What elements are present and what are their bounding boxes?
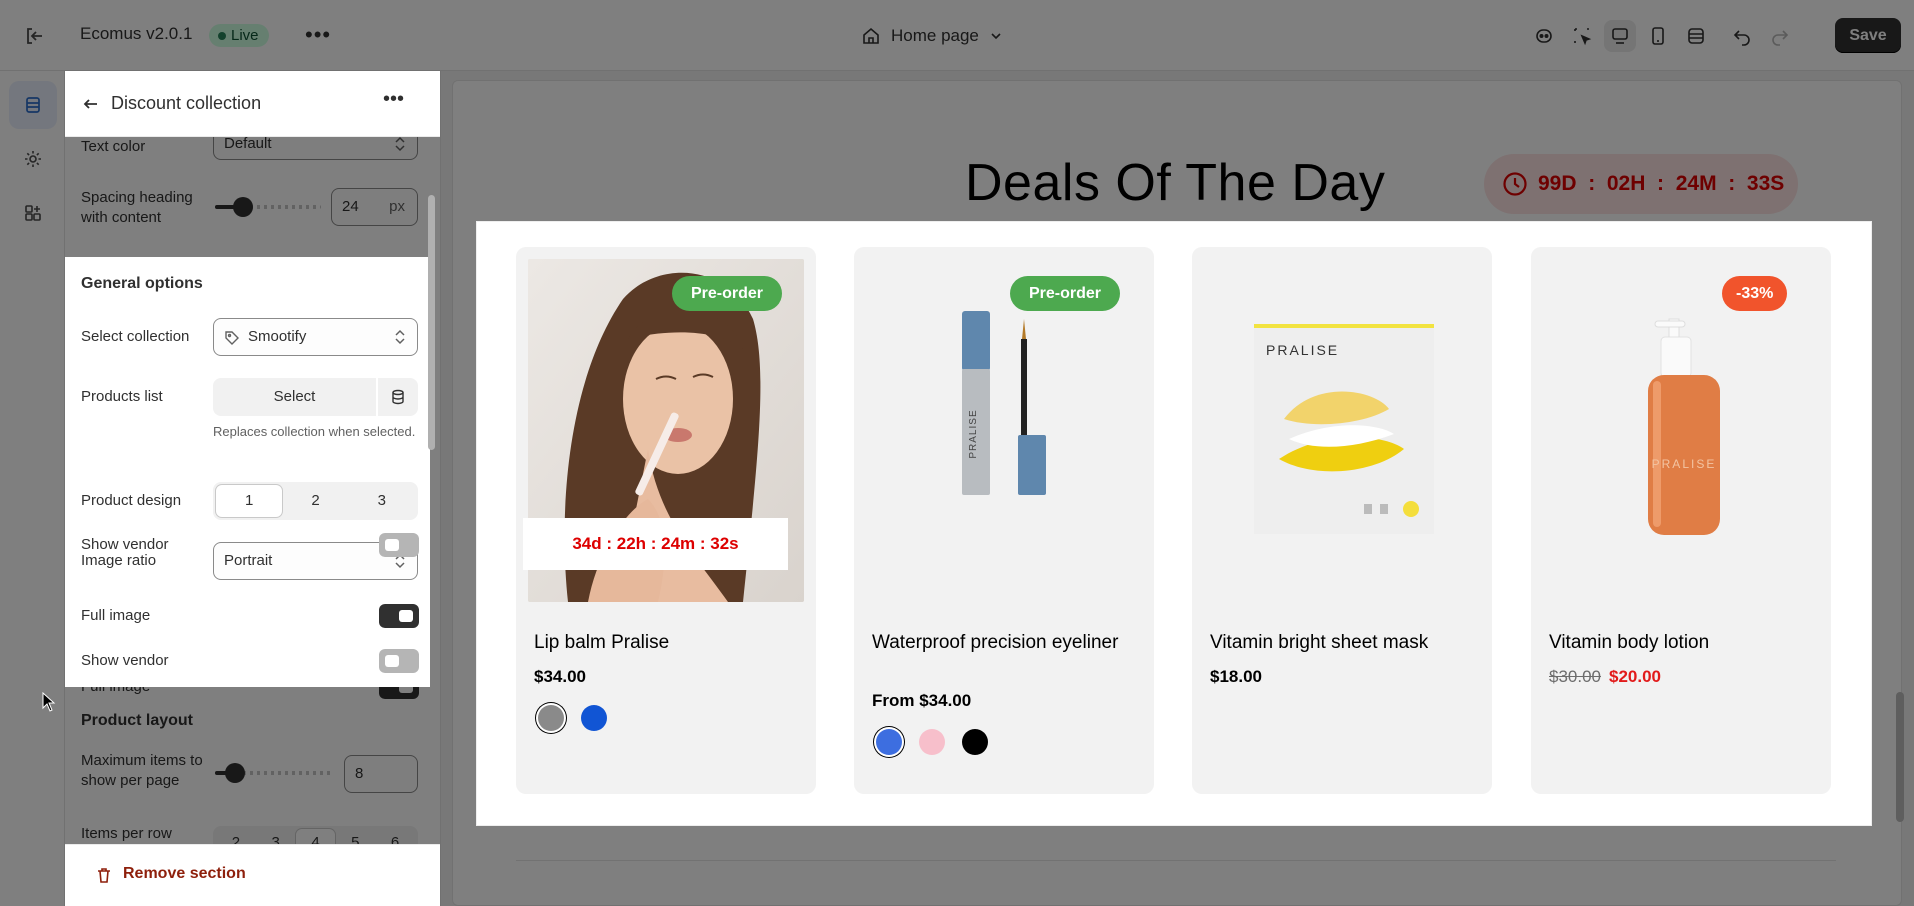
remove-section-button[interactable]: Remove section: [123, 865, 246, 883]
trash-icon: [98, 868, 110, 883]
product-price: $30.00 $20.00: [1549, 667, 1661, 687]
spacing-input[interactable]: 24 px: [331, 188, 418, 226]
products-list-label: Products list: [81, 388, 163, 405]
product-design-option[interactable]: 1: [216, 485, 283, 517]
sale-price: $20.00: [1609, 667, 1661, 686]
general-options-title: General options: [81, 275, 203, 292]
product-design-label: Product design: [81, 492, 182, 509]
product-card[interactable]: 34d : 22h : 24m : 32s Lip balm Pralise $…: [516, 247, 816, 794]
color-swatch-gray[interactable]: [538, 705, 564, 731]
discount-badge: -33%: [1722, 276, 1788, 311]
products-select-button[interactable]: Select: [213, 378, 376, 416]
product-name[interactable]: Waterproof precision eyeliner: [872, 631, 1132, 655]
save-button[interactable]: Save: [1835, 18, 1901, 53]
page-selector-label: Home page: [891, 26, 979, 45]
more-menu-button[interactable]: •••: [305, 22, 331, 48]
product-name[interactable]: Vitamin body lotion: [1549, 631, 1809, 655]
chevron-down-icon: [991, 33, 1001, 40]
product-design-option[interactable]: 3: [349, 485, 415, 517]
apps-icon[interactable]: [9, 189, 57, 237]
redo-icon[interactable]: [1764, 20, 1796, 52]
home-icon: [863, 27, 879, 44]
ai-assistant-icon[interactable]: [1528, 20, 1560, 52]
mobile-view-icon[interactable]: [1642, 20, 1674, 52]
clock-icon: [1503, 172, 1527, 196]
select-chevron-icon: [395, 329, 405, 345]
spacing-unit: px: [389, 198, 405, 215]
color-swatch-pink[interactable]: [919, 729, 945, 755]
section-heading: Deals Of The Day: [965, 154, 1386, 212]
mouse-cursor-icon: [42, 692, 56, 712]
product-layout-title: Product layout: [81, 712, 194, 729]
countdown-timer: 99D : 02H : 24M : 33S: [1484, 154, 1798, 214]
max-items-input[interactable]: 8: [344, 755, 418, 793]
status-badge: Live: [209, 24, 269, 47]
preorder-badge: Pre-order: [672, 276, 783, 311]
product-price: From $34.00: [872, 691, 972, 710]
products-list-helper: Replaces collection when selected.: [213, 424, 416, 439]
panel-scrollbar[interactable]: [428, 195, 435, 450]
full-image-label: Full image: [81, 607, 151, 624]
color-swatch-blue[interactable]: [876, 729, 902, 755]
left-rail: [0, 71, 65, 906]
theme-settings-icon[interactable]: [9, 135, 57, 183]
sheet-mask-image: PRALISE: [1254, 324, 1434, 534]
back-arrow-icon[interactable]: [79, 92, 103, 116]
eyeliner-brand: PRALISE: [968, 409, 979, 458]
show-vendor-label: Show vendor: [81, 652, 169, 669]
text-color-value: Default: [224, 135, 272, 152]
page-selector[interactable]: Home page: [861, 22, 1003, 50]
max-items-label: Maximum items to show per page: [81, 752, 203, 789]
divider: [516, 860, 1836, 861]
product-name[interactable]: Lip balm Pralise: [534, 631, 794, 655]
max-items-slider-handle[interactable]: [225, 763, 245, 783]
mask-brand: PRALISE: [1266, 342, 1339, 358]
spacing-value: 24: [342, 198, 359, 215]
panel-title: Discount collection: [111, 93, 262, 113]
product-card[interactable]: PRALISE Vitamin bright sheet mask $18.00: [1192, 247, 1492, 794]
show-vendor-label: Show vendor: [81, 536, 169, 553]
countdown-value: 99D : 02H : 24M : 33S: [1538, 172, 1785, 195]
product-card[interactable]: PRALISE Vitamin body lotion $30.00 $20.00: [1531, 247, 1831, 794]
text-color-label: Text color: [81, 138, 146, 155]
color-swatch-blue[interactable]: [581, 705, 607, 731]
product-card[interactable]: PRALISE Waterproof precision eyeliner Fr…: [854, 247, 1154, 794]
product-price: $18.00: [1210, 667, 1262, 686]
database-icon[interactable]: [378, 378, 418, 416]
product-countdown: 34d : 22h : 24m : 32s: [523, 518, 788, 570]
product-price: $34.00: [534, 667, 586, 686]
product-image: PRALISE: [1204, 259, 1480, 602]
general-options-highlight: General options Select collection Smooti…: [65, 257, 430, 687]
image-ratio-value: Portrait: [224, 552, 273, 569]
product-image: PRALISE: [1543, 259, 1819, 602]
desktop-view-icon[interactable]: [1604, 20, 1636, 52]
spacing-label: Spacing heading with content: [81, 189, 193, 226]
preorder-badge: Pre-order: [1010, 276, 1121, 311]
top-bar: Ecomus v2.0.1 Live ••• Home page Save: [0, 0, 1914, 71]
color-swatch-black[interactable]: [962, 729, 988, 755]
tag-icon: [225, 331, 239, 345]
product-name[interactable]: Vitamin bright sheet mask: [1210, 631, 1470, 655]
show-vendor-toggle[interactable]: [379, 649, 419, 673]
product-design-option[interactable]: 2: [282, 485, 348, 517]
panel-more-button[interactable]: •••: [383, 88, 404, 111]
show-vendor-toggle[interactable]: [379, 533, 419, 557]
sections-icon[interactable]: [9, 81, 57, 129]
product-design-segmented: 1 2 3: [213, 482, 418, 520]
lotion-brand: PRALISE: [1652, 457, 1717, 471]
fullscreen-view-icon[interactable]: [1680, 20, 1712, 52]
full-image-toggle[interactable]: [379, 604, 419, 628]
undo-icon[interactable]: [1726, 20, 1758, 52]
select-chevron-icon: [395, 136, 405, 152]
app-title: Ecomus v2.0.1: [80, 24, 193, 43]
select-collection-label: Select collection: [81, 328, 190, 345]
collection-select[interactable]: Smootify: [213, 318, 418, 356]
canvas-scrollbar[interactable]: [1896, 692, 1904, 822]
exit-icon[interactable]: [22, 24, 46, 48]
inspector-icon[interactable]: [1566, 20, 1598, 52]
body-lotion-image: PRALISE: [1648, 318, 1720, 535]
spacing-slider-handle[interactable]: [233, 197, 253, 217]
original-price: $30.00: [1549, 667, 1601, 686]
max-items-value: 8: [355, 765, 364, 782]
